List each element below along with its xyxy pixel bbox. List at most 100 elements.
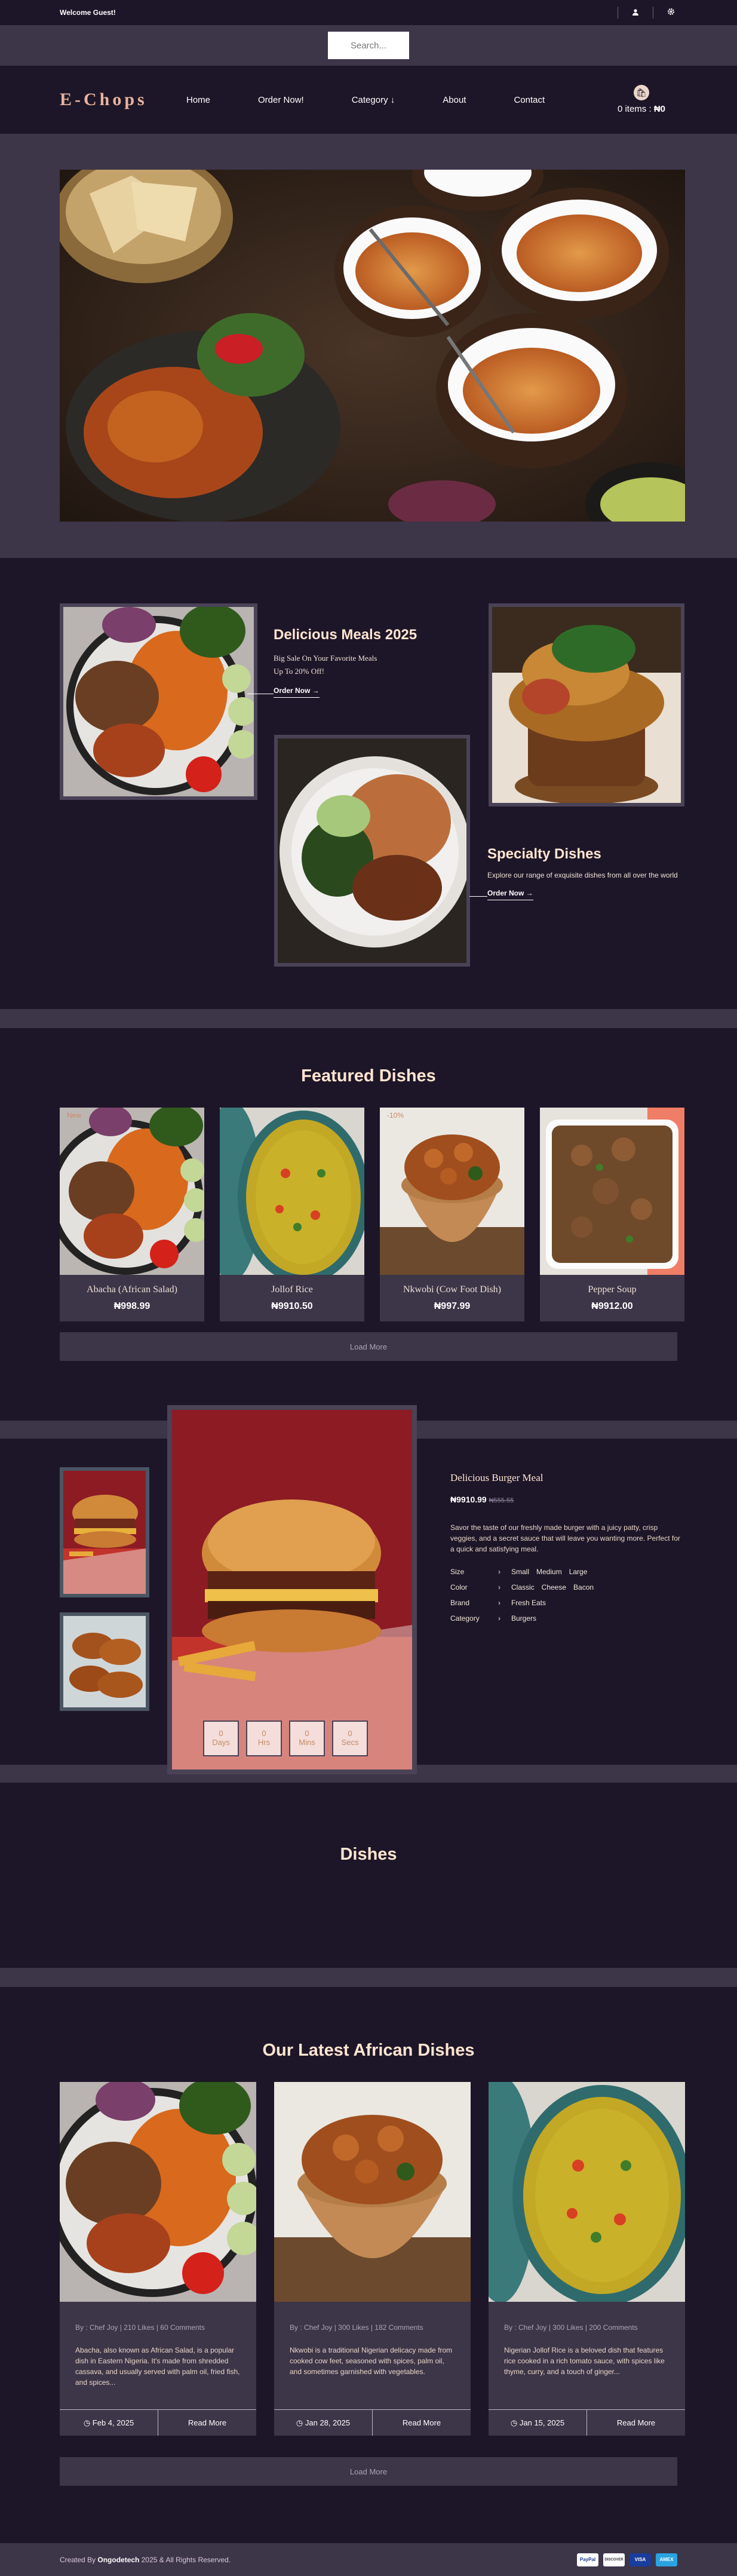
hero-section — [0, 134, 737, 558]
nav-link-order-now[interactable]: Order Now! — [258, 95, 304, 105]
blog-footer: ◷ Feb 4, 2025 Read More — [60, 2409, 256, 2436]
promo-cta-wrap-1: Order Now → — [247, 685, 429, 698]
spec-size: Size › Small Medium Large — [450, 1568, 683, 1576]
read-more-button[interactable]: Read More — [158, 2410, 256, 2436]
countdown-unit: Mins — [299, 1738, 315, 1747]
nav-link-contact[interactable]: Contact — [514, 95, 545, 105]
main-nav: E-Chops Home Order Now! Category ↓ About… — [0, 66, 737, 134]
product-card[interactable]: Jollof Rice ₦9910.50 — [220, 1108, 364, 1321]
spec-option[interactable]: Medium — [536, 1568, 562, 1576]
product-name: Nkwobi (Cow Foot Dish) — [403, 1284, 501, 1295]
promo-line-2: Up To 20% Off! — [274, 667, 324, 676]
blog-date: ◷ Jan 28, 2025 — [274, 2410, 373, 2436]
read-more-button[interactable]: Read More — [587, 2410, 685, 2436]
blog-image — [489, 2082, 685, 2302]
dishes-title: Dishes — [340, 1845, 397, 1864]
product-card[interactable]: Pepper Soup ₦9912.00 — [540, 1108, 684, 1321]
search-bar — [0, 25, 737, 66]
paypal-icon: PayPal — [577, 2553, 598, 2566]
promo-image-abacha — [60, 603, 257, 800]
blog-meta: By : Chef Joy | 210 Likes | 60 Comments — [75, 2323, 205, 2332]
countdown-hours: 0 Hrs — [246, 1721, 282, 1756]
spec-option[interactable]: Bacon — [573, 1583, 594, 1591]
copyright-prefix: Created By — [60, 2555, 96, 2564]
gear-icon[interactable] — [664, 8, 677, 17]
read-more-button[interactable]: Read More — [373, 2410, 471, 2436]
visa-icon: VISA — [629, 2553, 651, 2566]
countdown-unit: Hrs — [257, 1738, 271, 1747]
promo-title-1: Delicious Meals 2025 — [274, 627, 417, 643]
promo-block-1: Delicious Meals 2025 Big Sale On Your Fa… — [247, 627, 429, 698]
promo-title-2: Specialty Dishes — [487, 846, 601, 862]
spec-label: Category — [450, 1614, 480, 1623]
promo-text-2: Explore our range of exquisite dishes fr… — [487, 871, 678, 879]
product-specs: Size › Small Medium Large Color › Classic Chees… — [450, 1568, 683, 1623]
spec-brand: Brand › Fresh Eats — [450, 1599, 683, 1607]
blog-body: By : Chef Joy | 300 Likes | 182 Comments… — [274, 2302, 471, 2409]
chevron-right-icon: › — [498, 1614, 500, 1623]
hero-image — [60, 170, 685, 522]
blog-card[interactable]: By : Chef Joy | 300 Likes | 200 Comments… — [489, 2082, 685, 2436]
product-info: Delicious Burger Meal ₦9910.99 ₦555.55 S… — [450, 1472, 683, 1623]
product-detail-section: 0 Days 0 Hrs 0 Mins 0 Secs Delicious Burger … — [0, 1405, 737, 1968]
blog-card[interactable]: By : Chef Joy | 210 Likes | 60 Comments … — [60, 2082, 256, 2436]
user-icon[interactable] — [629, 8, 642, 17]
cart-amount: ₦0 — [653, 104, 665, 114]
product-card[interactable]: -10% Nkwobi (Cow Foot Dish) ₦997.99 — [380, 1108, 524, 1321]
product-image — [60, 1108, 204, 1275]
shopping-bag-icon: 🛍 — [633, 85, 649, 100]
spec-option[interactable]: Small — [511, 1568, 529, 1576]
spec-option[interactable]: Classic — [511, 1583, 535, 1591]
payment-methods: PayPal DISCOVER VISA AMEX — [577, 2553, 677, 2566]
promo-image-jollof — [274, 735, 470, 967]
nav-link-about[interactable]: About — [443, 95, 466, 105]
countdown-minutes: 0 Mins — [289, 1721, 325, 1756]
order-now-button[interactable]: Order Now → — [274, 686, 320, 698]
blog-card[interactable]: By : Chef Joy | 300 Likes | 182 Comments… — [274, 2082, 471, 2436]
cta-underline — [469, 896, 487, 897]
product-price: ₦998.99 — [113, 1301, 151, 1311]
countdown-value: 0 — [348, 1729, 352, 1738]
blog-image — [274, 2082, 471, 2302]
featured-title: Featured Dishes — [301, 1066, 436, 1085]
cart[interactable]: 🛍 0 items : ₦0 — [618, 85, 665, 114]
promo-cta-wrap-2: Order Now → — [469, 888, 690, 900]
top-icons — [618, 7, 677, 19]
featured-cards: New Abacha (African Salad) ₦998.99 Jollo… — [60, 1108, 684, 1321]
blog-footer: ◷ Jan 28, 2025 Read More — [274, 2409, 471, 2436]
load-more-button[interactable]: Load More — [60, 1332, 677, 1361]
chevron-right-icon: › — [498, 1583, 500, 1591]
amex-icon: AMEX — [656, 2553, 677, 2566]
promo-line-1: Big Sale On Your Favorite Meals — [274, 654, 377, 663]
countdown-days: 0 Days — [203, 1721, 239, 1756]
product-price: ₦9910.99 — [450, 1495, 487, 1504]
site-logo[interactable]: E-Chops — [60, 90, 186, 110]
author-link[interactable]: Ongodetech — [97, 2556, 139, 2564]
copyright: Created By Ongodetech 2025 & All Rights … — [60, 2556, 231, 2564]
product-card[interactable]: New Abacha (African Salad) ₦998.99 — [60, 1108, 204, 1321]
spec-label: Brand — [450, 1599, 470, 1607]
thumbnail-burger[interactable] — [60, 1467, 149, 1597]
blog-footer: ◷ Jan 15, 2025 Read More — [489, 2409, 685, 2436]
spec-option[interactable]: Cheese — [542, 1583, 566, 1591]
nav-link-home[interactable]: Home — [186, 95, 210, 105]
nav-link-category[interactable]: Category ↓ — [352, 95, 395, 105]
promo-section: Delicious Meals 2025 Big Sale On Your Fa… — [0, 558, 737, 1009]
order-now-button[interactable]: Order Now → — [487, 889, 533, 900]
spec-option: Fresh Eats — [511, 1599, 546, 1607]
product-image — [540, 1108, 684, 1275]
blog-excerpt: Nkwobi is a traditional Nigerian delicac… — [290, 2346, 453, 2376]
countdown-value: 0 — [262, 1729, 266, 1738]
product-image — [380, 1108, 524, 1275]
spec-option[interactable]: Large — [569, 1568, 588, 1576]
product-title: Delicious Burger Meal — [450, 1472, 543, 1483]
blog-meta: By : Chef Joy | 300 Likes | 200 Comments — [504, 2323, 638, 2332]
blog-cards: By : Chef Joy | 210 Likes | 60 Comments … — [60, 2082, 685, 2436]
welcome-text: Welcome Guest! — [60, 8, 116, 17]
search-input[interactable] — [328, 32, 409, 59]
featured-section: Featured Dishes New Abacha (African Sala… — [0, 1028, 737, 1421]
spec-category: Category › Burgers — [450, 1614, 683, 1623]
product-image — [220, 1108, 364, 1275]
thumbnail-wings[interactable] — [60, 1612, 149, 1711]
load-more-button[interactable]: Load More — [60, 2457, 677, 2486]
